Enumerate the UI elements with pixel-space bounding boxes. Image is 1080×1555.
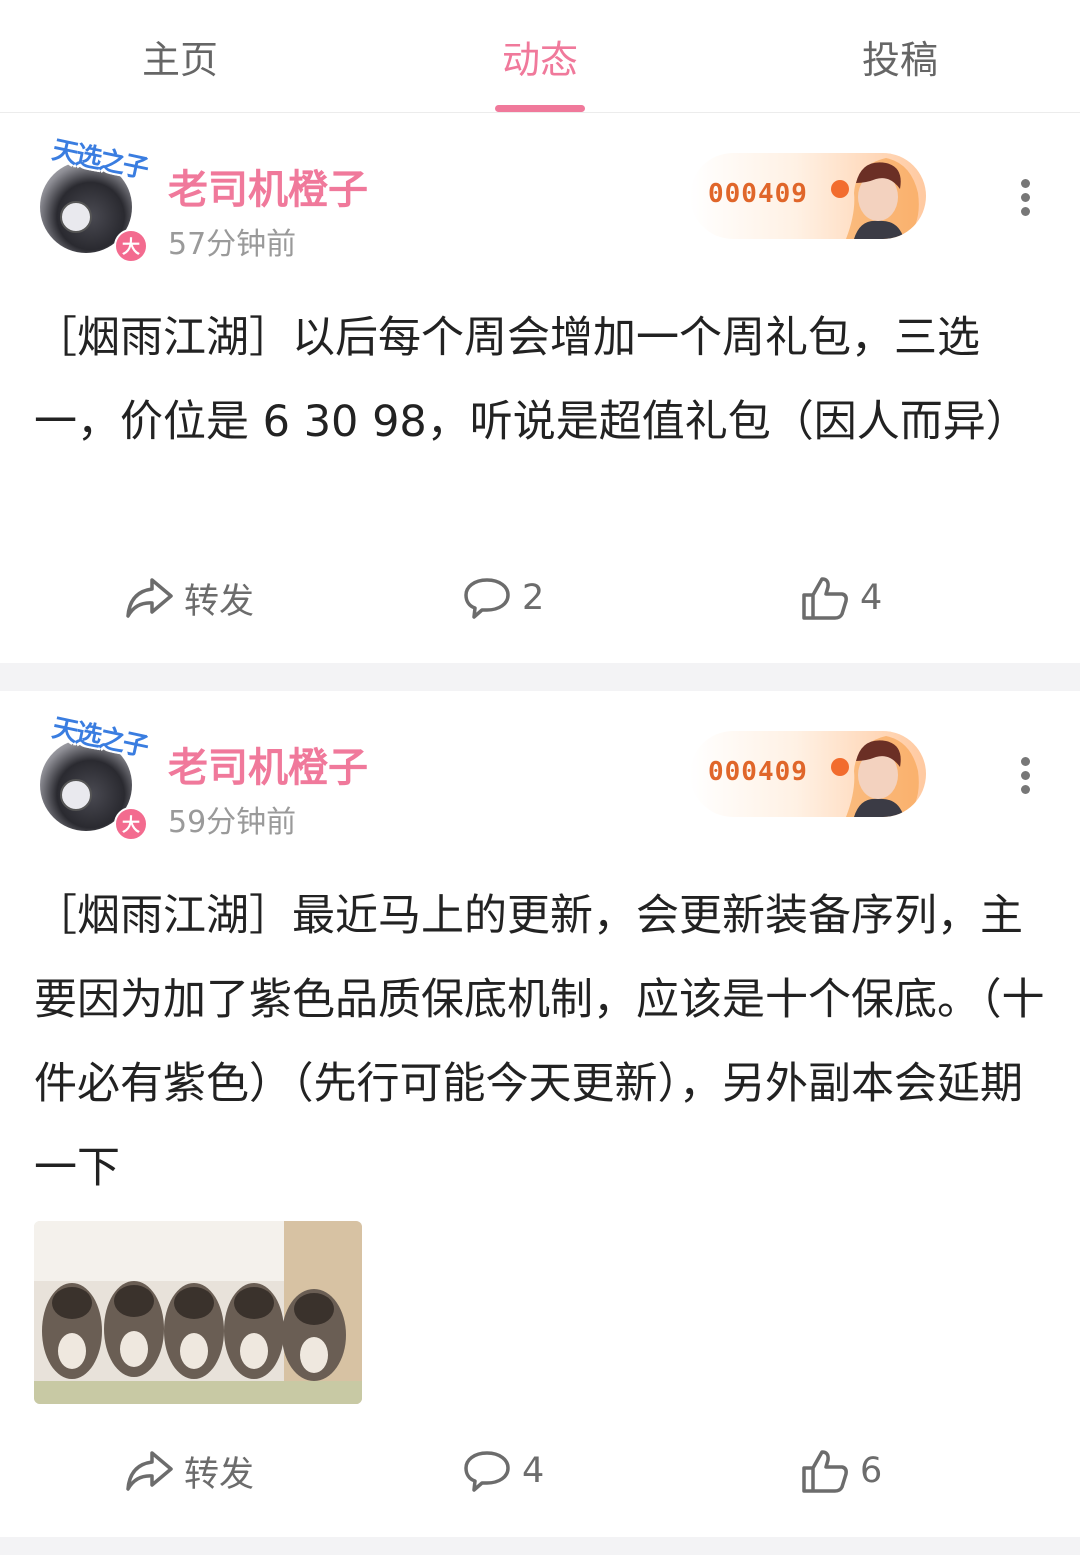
post-text: ［烟雨江湖］最近马上的更新，会更新装备序列，主要因为加了紫色品质保底机制，应该是…	[34, 891, 1045, 1193]
like-icon	[802, 577, 848, 620]
like-count: 4	[860, 578, 883, 618]
tab-bar: 主页 动态 投稿	[0, 0, 1080, 113]
comment-button[interactable]: 2	[462, 568, 544, 628]
comment-icon	[464, 578, 510, 619]
fan-badge-number: 000409	[708, 179, 808, 209]
level-badge: 大	[114, 229, 148, 263]
share-label: 转发	[184, 1454, 255, 1495]
tab-dynamics[interactable]: 动态	[360, 0, 720, 112]
share-label: 转发	[184, 581, 255, 622]
share-button[interactable]: 转发	[124, 568, 254, 628]
post-time: 57分钟前	[168, 227, 297, 262]
post-card: 天选之子 大 老司机橙子 57分钟前 000409 ［烟雨江湖］以后每个周会增加…	[0, 113, 1080, 663]
like-icon	[802, 1450, 848, 1493]
share-icon	[126, 1451, 173, 1491]
author-name[interactable]: 老司机橙子	[168, 735, 368, 793]
level-badge: 大	[114, 807, 148, 841]
kittens-image	[34, 1221, 362, 1404]
post-time: 59分钟前	[168, 805, 297, 840]
like-count: 6	[860, 1451, 883, 1491]
card-separator	[0, 1537, 1080, 1555]
avatar[interactable]: 天选之子 大	[38, 713, 150, 841]
fan-character-icon	[831, 158, 919, 239]
more-icon[interactable]	[1010, 751, 1040, 801]
like-button[interactable]: 4	[800, 568, 882, 628]
comment-count: 4	[522, 1451, 545, 1491]
like-button[interactable]: 6	[800, 1441, 882, 1501]
avatar-face	[60, 779, 92, 811]
post-text: ［烟雨江湖］以后每个周会增加一个周礼包，三选一，价位是 6 30 98，听说是超…	[34, 313, 1029, 447]
share-icon	[126, 578, 173, 618]
comment-count: 2	[522, 578, 545, 618]
tab-submissions[interactable]: 投稿	[720, 0, 1080, 112]
share-button[interactable]: 转发	[124, 1441, 254, 1501]
post-image[interactable]	[34, 1221, 362, 1404]
action-bar: 转发 2 4	[0, 568, 1080, 628]
card-separator	[0, 663, 1080, 691]
fan-badge[interactable]: 000409	[690, 153, 926, 239]
avatar[interactable]: 天选之子 大	[38, 135, 150, 263]
tab-home[interactable]: 主页	[0, 0, 360, 112]
avatar-face	[60, 201, 92, 233]
fan-badge-number: 000409	[708, 757, 808, 787]
fan-character-icon	[831, 736, 919, 817]
comment-icon	[464, 1451, 510, 1492]
action-bar: 转发 4 6	[0, 1441, 1080, 1501]
author-name[interactable]: 老司机橙子	[168, 157, 368, 215]
post-card: 天选之子 大 老司机橙子 59分钟前 000409 ［烟雨江湖］最近马上的更新，…	[0, 691, 1080, 1537]
fan-badge[interactable]: 000409	[690, 731, 926, 817]
comment-button[interactable]: 4	[462, 1441, 544, 1501]
more-icon[interactable]	[1010, 173, 1040, 223]
